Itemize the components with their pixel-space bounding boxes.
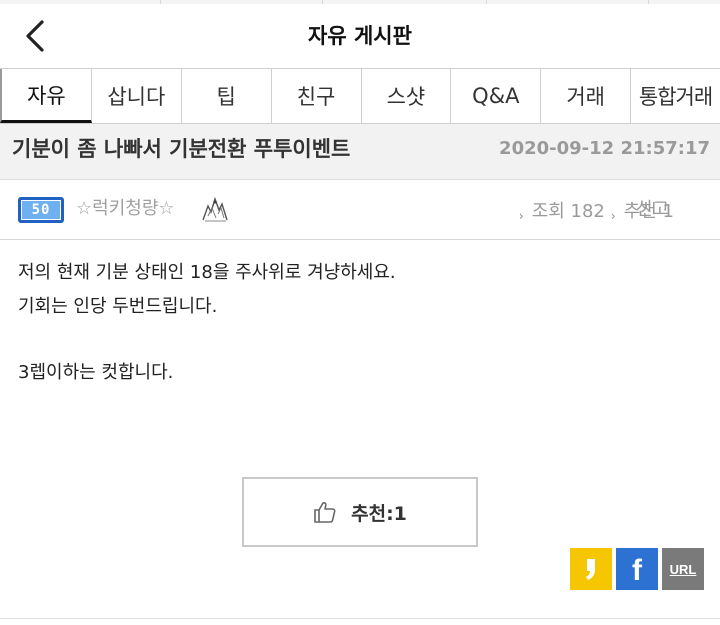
kakaostory-share-button[interactable] <box>570 548 612 590</box>
avatar <box>200 196 230 222</box>
kakaostory-icon <box>586 559 595 580</box>
level-badge-text: 50 <box>31 202 51 218</box>
post-title-bar: 기분이 좀 나빠서 기분전환 푸투이벤트 2020-09-12 21:57:17 <box>0 124 720 180</box>
board-tabs: 자유 삽니다 팁 친구 스샷 Q&A 거래 통합거래 <box>0 68 720 124</box>
recommend-label: 추천:1 <box>351 502 407 525</box>
body-line: 기회는 인당 두번드립니다. <box>18 296 218 317</box>
tab-screenshot[interactable]: 스샷 <box>362 69 452 123</box>
url-icon: URL <box>669 561 697 577</box>
post-date: 2020-09-12 21:57:17 <box>499 138 710 159</box>
tab-tip[interactable]: 팁 <box>182 69 272 123</box>
thumbs-up-icon <box>314 502 336 523</box>
post-title: 기분이 좀 나빠서 기분전환 푸투이벤트 <box>12 137 351 161</box>
view-count: 조회 182 <box>531 201 605 222</box>
url-copy-button[interactable]: URL <box>662 548 704 590</box>
post-meta-bar: 50 ☆럭키청량☆ › 조회 182 › 추천 1 신고 <box>0 180 720 240</box>
tab-integrated-trade[interactable]: 통합거래 <box>631 69 720 123</box>
post-body: 저의 현재 기분 상태인 18을 주사위로 겨냥하세요. 기회는 인당 두번드립… <box>18 256 708 390</box>
body-line: 저의 현재 기분 상태인 18을 주사위로 겨냥하세요. <box>18 262 396 283</box>
separator-arrow-icon: › <box>610 209 616 223</box>
author-nickname[interactable]: ☆럭키청량☆ <box>76 180 175 240</box>
tab-trade[interactable]: 거래 <box>541 69 632 123</box>
separator-arrow-icon: › <box>518 209 524 223</box>
app-header: 자유 게시판 <box>0 4 720 68</box>
level-badge: 50 <box>18 197 64 223</box>
recommend-button[interactable]: 추천:1 <box>242 477 478 547</box>
tab-free[interactable]: 자유 <box>0 69 92 123</box>
divider <box>0 618 720 619</box>
tab-qna[interactable]: Q&A <box>451 69 542 123</box>
facebook-icon: f <box>632 554 642 587</box>
body-line: 3렙이하는 컷합니다. <box>18 362 174 383</box>
tab-buy[interactable]: 삽니다 <box>92 69 182 123</box>
facebook-share-button[interactable]: f <box>616 548 658 590</box>
report-link[interactable]: 신고 <box>636 180 669 240</box>
tab-friends[interactable]: 친구 <box>272 69 362 123</box>
page-title: 자유 게시판 <box>308 24 412 48</box>
